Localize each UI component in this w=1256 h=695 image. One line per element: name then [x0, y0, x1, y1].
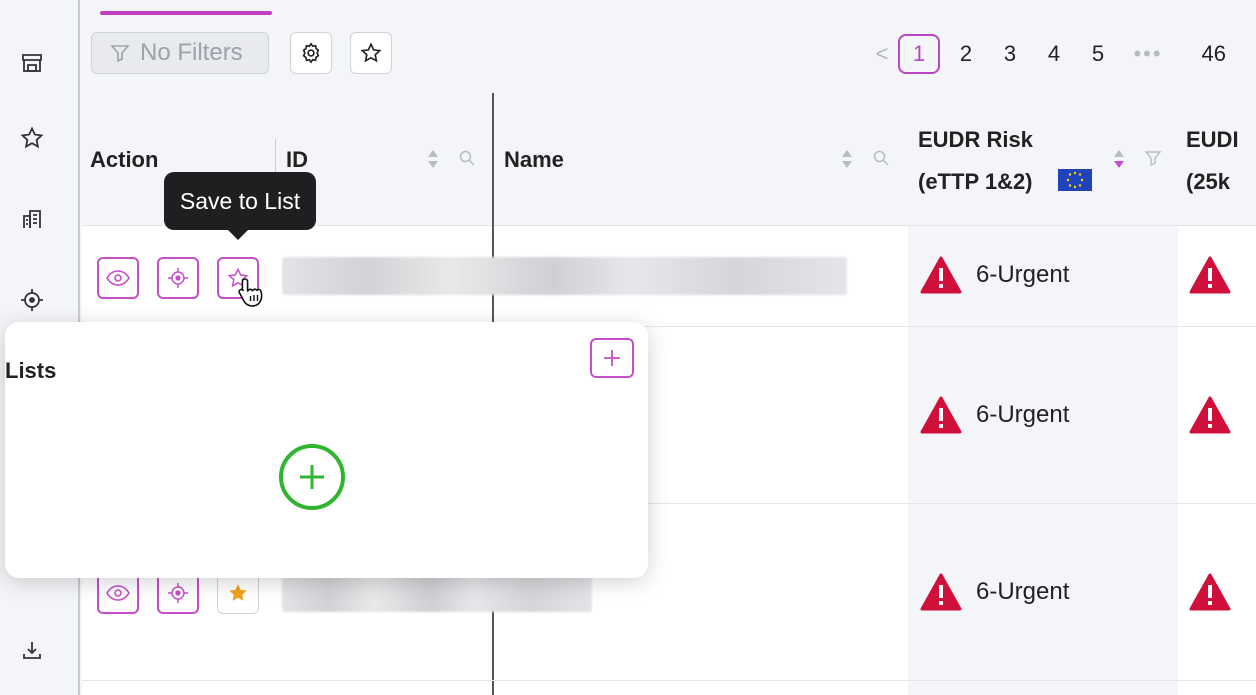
building-icon[interactable]: [14, 201, 50, 237]
save-to-list-tooltip: Save to List: [164, 172, 316, 240]
add-list-button[interactable]: [590, 338, 634, 378]
popover-title: Lists: [5, 358, 57, 383]
pagination-ellipsis[interactable]: •••: [1120, 41, 1176, 67]
filter-label: No Filters: [140, 39, 243, 66]
view-button[interactable]: [97, 572, 139, 614]
pagination: < 1 2 3 4 5 ••• 46: [866, 34, 1226, 74]
toolbar: No Filters < 1 2 3 4 5 ••• 46: [82, 15, 1256, 93]
page-1-button[interactable]: 1: [898, 34, 940, 74]
sort-icon[interactable]: [840, 148, 854, 170]
hand-cursor-icon: [238, 278, 263, 307]
plus-circle-icon: [300, 465, 324, 489]
filter-icon: [110, 45, 130, 63]
warning-icon: [920, 396, 962, 434]
page-5-button[interactable]: 5: [1076, 41, 1120, 67]
search-icon[interactable]: [872, 149, 890, 167]
eye-icon: [106, 270, 130, 286]
target-icon[interactable]: [14, 282, 50, 318]
filter-button[interactable]: No Filters: [91, 32, 269, 74]
sort-icon[interactable]: [426, 148, 440, 170]
star-icon: [360, 42, 382, 63]
star-filled-icon: [229, 584, 247, 601]
warning-icon: [920, 256, 962, 294]
store-icon[interactable]: [14, 44, 50, 80]
search-icon[interactable]: [458, 149, 476, 167]
warning-icon: [1189, 573, 1231, 611]
column-label-eudr-2-sub: (25k: [1186, 169, 1231, 194]
column-header-name[interactable]: Name: [504, 93, 904, 226]
warning-icon: [920, 573, 962, 611]
warning-icon: [1189, 396, 1231, 434]
target-icon: [167, 267, 189, 289]
page-2-button[interactable]: 2: [944, 41, 988, 67]
saved-star-button[interactable]: [217, 572, 259, 614]
download-icon[interactable]: [14, 632, 50, 668]
locate-button[interactable]: [157, 257, 199, 299]
risk-cell: 6-Urgent: [920, 573, 1069, 611]
tooltip-text: Save to List: [179, 187, 301, 214]
redacted-name: [282, 574, 592, 612]
column-label-name: Name: [504, 147, 564, 172]
eye-icon: [106, 585, 130, 601]
lists-popover: Lists: [5, 322, 648, 578]
page-3-button[interactable]: 3: [988, 41, 1032, 67]
gear-icon: [302, 42, 320, 64]
settings-button[interactable]: [290, 32, 332, 74]
prev-page-button[interactable]: <: [866, 41, 898, 67]
risk-label: 6-Urgent: [976, 261, 1070, 288]
favorites-button[interactable]: [350, 32, 392, 74]
create-list-button[interactable]: [279, 444, 345, 510]
sort-icon[interactable]: [1112, 148, 1126, 170]
view-button[interactable]: [97, 257, 139, 299]
risk-cell: 6-Urgent: [920, 396, 1069, 434]
column-label-eudr-sub: (eTTP 1&2): [918, 169, 1033, 194]
risk-cell: 6-Urgent: [920, 256, 1069, 294]
column-header-eudr-risk[interactable]: EUDR Risk (eTTP 1&2): [918, 93, 1174, 226]
warning-icon: [1189, 256, 1231, 294]
eu-flag-icon: [1058, 169, 1092, 191]
column-header-eudr-2[interactable]: EUDI (25k: [1186, 93, 1256, 226]
plus-icon: [604, 350, 620, 366]
redacted-name: [282, 257, 847, 295]
column-label-action: Action: [90, 147, 159, 172]
column-label-eudr-risk: EUDR Risk: [918, 127, 1033, 152]
risk-label: 6-Urgent: [976, 401, 1070, 428]
target-icon: [167, 582, 189, 604]
star-icon[interactable]: [14, 120, 50, 156]
last-page-button[interactable]: 46: [1176, 41, 1226, 67]
column-label-id: ID: [286, 147, 308, 172]
column-header-id[interactable]: ID: [286, 93, 492, 226]
column-label-eudr-2: EUDI: [1186, 127, 1239, 152]
locate-button[interactable]: [157, 572, 199, 614]
filter-icon[interactable]: [1144, 149, 1162, 167]
page-4-button[interactable]: 4: [1032, 41, 1076, 67]
risk-label: 6-Urgent: [976, 578, 1070, 605]
